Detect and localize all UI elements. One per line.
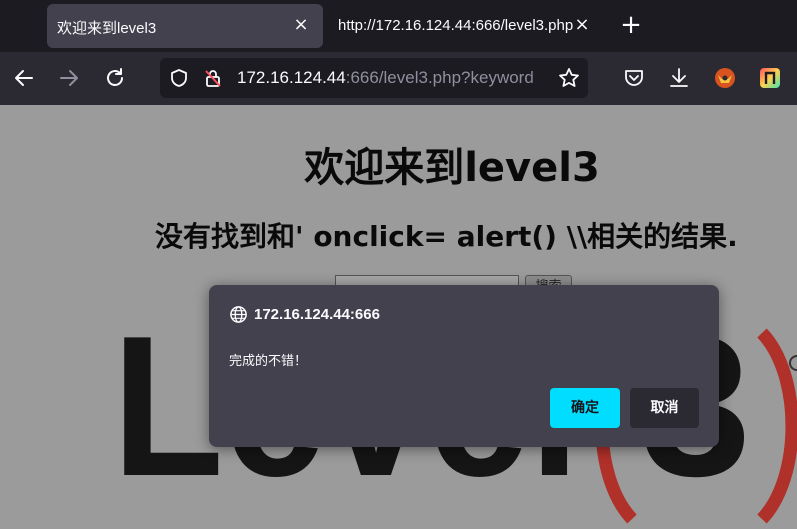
download-icon[interactable]	[667, 66, 691, 90]
search-result-text: 没有找到和' onclick= alert() \\相关的结果.	[155, 220, 738, 253]
close-tab-icon[interactable]: ×	[291, 15, 311, 35]
dialog-header: 172.16.124.44:666	[229, 305, 380, 324]
nav-bar: 172.16.124.44:666/level3.php?keyword	[0, 52, 797, 105]
insecure-lock-icon[interactable]	[203, 68, 223, 88]
reload-icon[interactable]	[103, 66, 127, 90]
extension-rainbow-icon[interactable]	[758, 66, 782, 90]
alert-dialog: 172.16.124.44:666 完成的不错！ 确定 取消	[209, 285, 719, 447]
cancel-button[interactable]: 取消	[630, 388, 699, 428]
extension-fox-icon[interactable]	[713, 66, 737, 90]
tab-url[interactable]: http://172.16.124.44:666/level3.php?keyw…	[330, 4, 600, 48]
logo-registered-mark	[789, 355, 797, 371]
tab-title: http://172.16.124.44:666/level3.php?keyw…	[338, 17, 574, 34]
dialog-message: 完成的不错！	[229, 354, 308, 369]
url-host: 172.16.124.44	[237, 68, 346, 87]
back-icon[interactable]	[12, 66, 36, 90]
url-path: :666/level3.php?keyword	[345, 68, 534, 87]
pocket-icon[interactable]	[622, 66, 646, 90]
dialog-origin: 172.16.124.44:666	[254, 306, 380, 323]
forward-icon[interactable]	[57, 66, 81, 90]
bookmark-star-icon[interactable]	[558, 67, 580, 89]
url-text: 172.16.124.44:666/level3.php?keyword	[237, 68, 534, 88]
tab-level3[interactable]: 欢迎来到level3 ×	[47, 4, 323, 48]
close-tab-icon[interactable]: ×	[572, 15, 592, 35]
page-title: 欢迎来到level3	[304, 145, 600, 191]
shield-icon[interactable]	[169, 68, 189, 88]
tab-bar: 欢迎来到level3 × http://172.16.124.44:666/le…	[0, 0, 797, 52]
new-tab-button[interactable]: +	[618, 12, 644, 38]
logo-right-paren	[757, 328, 797, 524]
globe-icon	[230, 306, 247, 323]
tab-title: 欢迎来到level3	[57, 20, 157, 37]
url-bar[interactable]: 172.16.124.44:666/level3.php?keyword	[160, 58, 588, 98]
ok-button[interactable]: 确定	[550, 388, 620, 428]
